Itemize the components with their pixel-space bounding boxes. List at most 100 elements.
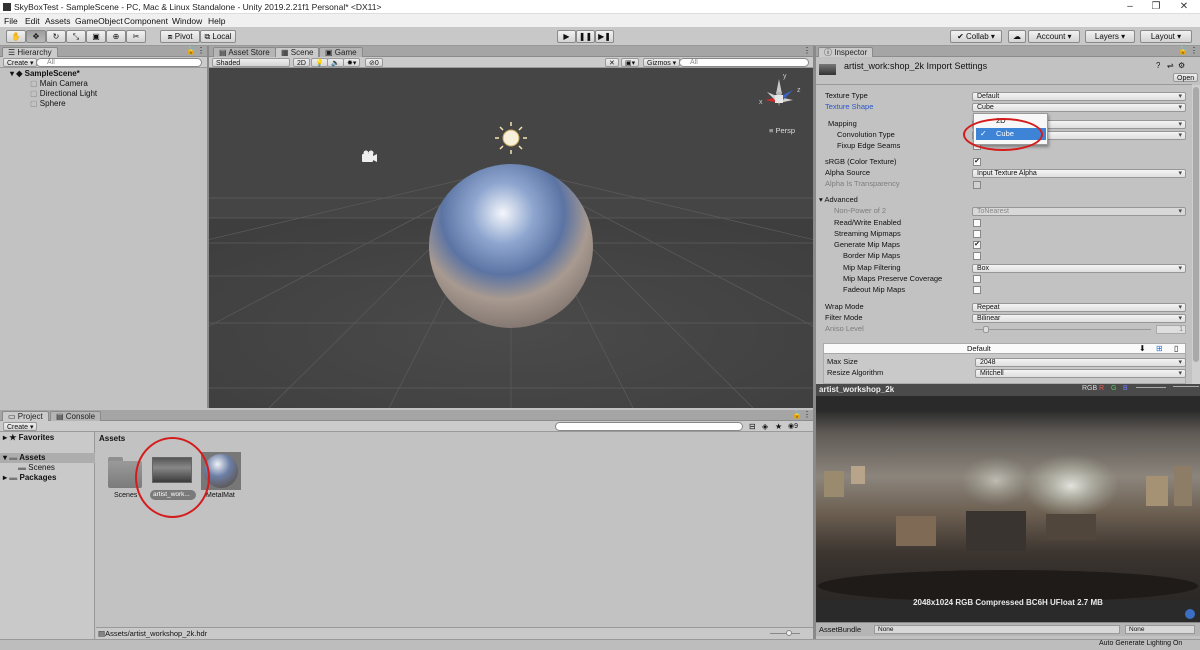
custom-tool-icon[interactable]: ✂ [126,30,146,43]
hierarchy-create-button[interactable]: Create ▾ [3,58,38,67]
aniso-slider-track[interactable] [975,329,1151,330]
alpha-source-dropdown[interactable]: Input Texture Alpha [972,169,1186,178]
play-button[interactable]: ▶ [557,30,576,43]
tree-item-assets[interactable]: ▾ ▬ Assets [0,453,95,463]
rotate-tool-icon[interactable]: ↻ [46,30,66,43]
exposure-slider-track[interactable] [1173,386,1199,387]
2d-toggle[interactable]: 2D [293,58,310,67]
hierarchy-item-sphere[interactable]: ▢ Sphere [0,99,206,109]
menu-file[interactable]: File [4,16,18,26]
channel-g-toggle[interactable]: G [1111,385,1116,392]
tree-item-scenes[interactable]: ▬ Scenes [0,463,95,473]
aniso-slider-thumb[interactable] [983,326,989,333]
tab-console[interactable]: ▤ Console [50,411,102,421]
shading-mode-dropdown[interactable]: Shaded [212,58,290,67]
transform-tool-icon[interactable]: ⊕ [106,30,126,43]
favorite-star-icon[interactable]: ★ [775,422,782,431]
search-by-label-icon[interactable]: ◈ [762,422,768,431]
project-search-input[interactable] [555,422,743,431]
channel-r-toggle[interactable]: R [1099,385,1104,392]
hierarchy-item-directional-light[interactable]: ▢ Directional Light [0,89,206,99]
menu-component[interactable]: Component [124,16,168,26]
preset-icon[interactable]: ⇌ [1167,61,1174,70]
pivot-toggle[interactable]: ⧈ Pivot [160,30,200,43]
panel-lock-icon[interactable]: 🔒 [792,410,802,419]
panel-menu-icon[interactable]: ⋮ [803,46,811,55]
border-mipmaps-checkbox[interactable] [973,252,981,260]
zoom-slider-track[interactable] [770,633,800,634]
menu-gameobject[interactable]: GameObject [75,16,123,26]
assetbundle-variant-dropdown[interactable]: None [1125,625,1195,634]
panel-lock-icon[interactable]: 🔒 [1178,46,1188,55]
menu-window[interactable]: Window [172,16,202,26]
pause-button[interactable]: ❚❚ [576,30,595,43]
alpha-is-transparency-checkbox[interactable] [973,181,981,189]
hierarchy-item-main-camera[interactable]: ▢ Main Camera [0,79,206,89]
effects-dropdown-icon[interactable]: ✸▾ [343,58,361,67]
scrollbar-thumb[interactable] [1193,87,1199,362]
scene-search-input[interactable]: All [679,58,809,67]
assetbundle-dropdown[interactable]: None [874,625,1120,634]
panel-lock-icon[interactable]: 🔒 [186,46,196,55]
download-icon[interactable]: ⬇ [1139,344,1146,353]
tab-hierarchy[interactable]: ☰ Hierarchy [2,47,58,57]
search-by-type-icon[interactable]: ⊟ [749,422,756,431]
fadeout-mipmaps-checkbox[interactable] [973,286,981,294]
read-write-checkbox[interactable] [973,219,981,227]
platform-default-tab[interactable]: Default [967,344,991,353]
advanced-foldout[interactable]: ▾ Advanced [819,195,858,205]
lighting-toggle-icon[interactable]: 💡 [311,58,328,67]
sphere-object[interactable] [429,164,593,328]
inspector-scrollbar[interactable] [1192,85,1200,384]
menu-assets[interactable]: Assets [45,16,71,26]
generate-mipmaps-checkbox[interactable]: ✔ [973,241,981,249]
maximize-icon[interactable]: ❐ [1144,1,1168,13]
gizmos-dropdown[interactable]: Gizmos ▾ [643,58,681,67]
camera-settings-icon[interactable]: ▣▾ [621,58,640,67]
srgb-checkbox[interactable]: ✔ [973,158,981,166]
close-icon[interactable]: ✕ [1172,1,1196,13]
tab-asset-store[interactable]: ▤ Asset Store [213,47,276,57]
cloud-icon[interactable]: ☁ [1008,30,1026,43]
hierarchy-search-input[interactable]: All [36,58,202,67]
layers-button[interactable]: Layers ▾ [1085,30,1135,43]
mipmap-filtering-dropdown[interactable]: Box [972,264,1186,273]
filter-mode-dropdown[interactable]: Bilinear [972,314,1186,323]
texture-type-dropdown[interactable]: Default [972,92,1186,101]
mobile-icon[interactable]: ▯ [1174,344,1178,353]
account-button[interactable]: Account ▾ [1028,30,1080,43]
tab-project[interactable]: ▭ Project [2,411,49,421]
layout-button[interactable]: Layout ▾ [1140,30,1192,43]
scene-viewport[interactable]: y x z ≡ Persp [209,68,813,408]
tree-item-favorites[interactable]: ▸ ★ Favorites [0,433,95,443]
project-create-button[interactable]: Create ▾ [3,422,38,431]
scene-root-row[interactable]: ▾ ◆ SampleScene* [0,69,206,79]
windows-icon[interactable]: ⊞ [1156,344,1163,353]
panel-menu-icon[interactable]: ⋮ [197,46,205,55]
streaming-mipmaps-checkbox[interactable] [973,230,981,238]
audio-toggle-icon[interactable]: 🔈 [327,58,344,67]
channel-b-toggle[interactable]: B [1123,385,1128,392]
step-button[interactable]: ▶❚ [595,30,614,43]
hidden-objects-toggle[interactable]: ⊘0 [365,58,383,67]
hand-tool-icon[interactable]: ✋ [6,30,26,43]
tab-inspector[interactable]: ⓘ Inspector [818,47,874,57]
channel-rgb-toggle[interactable]: RGB [1082,385,1097,392]
resize-algorithm-dropdown[interactable]: Mitchell [975,369,1186,378]
perspective-label[interactable]: ≡ Persp [769,126,795,135]
help-icon[interactable]: ? [1156,61,1160,70]
minimize-icon[interactable]: – [1118,1,1142,13]
menu-help[interactable]: Help [208,16,225,26]
non-power-of-2-dropdown[interactable]: ToNearest [972,207,1186,216]
assetbundle-info-icon[interactable] [1185,609,1195,619]
tab-game[interactable]: ▣ Game [319,47,363,57]
local-toggle[interactable]: ⧉ Local [200,30,236,43]
aniso-level-field[interactable]: 1 [1156,325,1186,334]
open-button[interactable]: Open [1173,73,1199,82]
collab-button[interactable]: ✔ Collab ▾ [950,30,1002,43]
tab-scene[interactable]: ▦ Scene [275,47,320,57]
menu-edit[interactable]: Edit [25,16,40,26]
max-size-dropdown[interactable]: 2048 [975,358,1186,367]
move-tool-icon[interactable]: ✥ [26,30,46,43]
wrap-mode-dropdown[interactable]: Repeat [972,303,1186,312]
